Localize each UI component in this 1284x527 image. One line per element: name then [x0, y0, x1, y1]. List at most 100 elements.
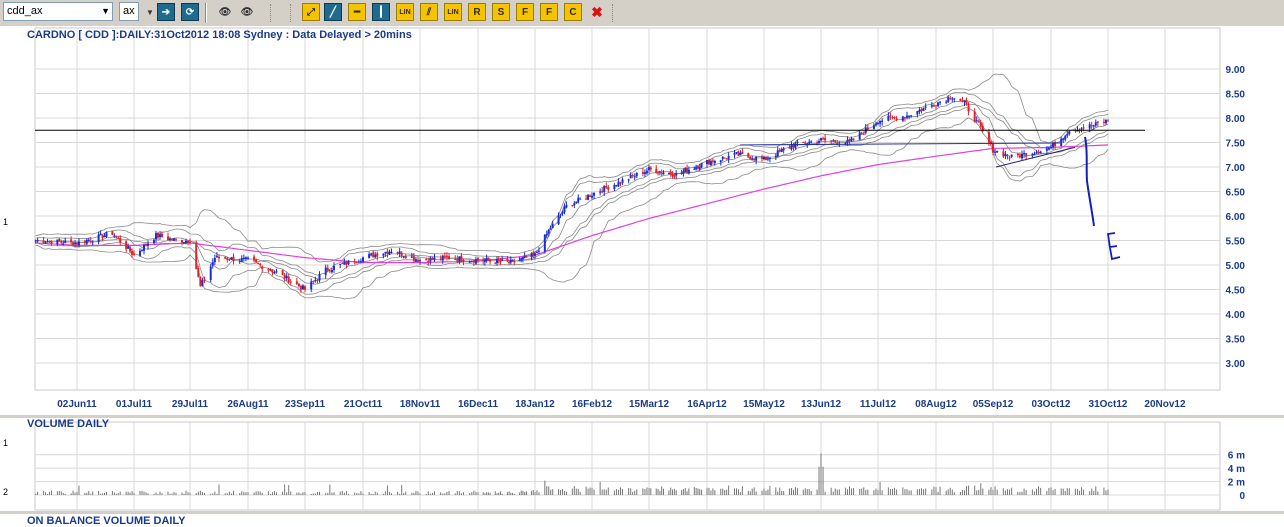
support-button[interactable]: S: [492, 3, 510, 21]
candle-body: [633, 176, 636, 178]
vertical-line-button[interactable]: ┃: [372, 3, 390, 21]
candle-body: [509, 259, 512, 263]
candle-body: [571, 204, 574, 207]
candle-body: [326, 267, 329, 271]
date-tick-label: 03Oct12: [1032, 399, 1071, 410]
candle-body: [547, 229, 550, 234]
candle-body: [226, 258, 229, 260]
fib-retracement-button[interactable]: F: [516, 3, 534, 21]
candle-body: [477, 258, 479, 261]
candle-body: [244, 257, 247, 259]
chevron-down-icon[interactable]: ▼: [101, 3, 110, 20]
candle-body: [314, 279, 317, 282]
candle-body: [860, 132, 863, 134]
candle-body: [511, 259, 514, 261]
price-tick-label: 3.00: [1226, 359, 1246, 370]
draw-line-button[interactable]: ╱: [324, 3, 342, 21]
candle-body: [456, 259, 459, 261]
candle-body: [1035, 152, 1038, 154]
candle-body: [973, 111, 976, 122]
candle-body: [862, 133, 865, 135]
candle-body: [1080, 128, 1083, 130]
candle-body: [559, 214, 562, 216]
candle-body: [127, 246, 130, 249]
candle-body: [1104, 119, 1107, 124]
candle-body: [721, 156, 724, 160]
candle-body: [824, 138, 827, 141]
candle-body: [816, 142, 819, 144]
symbol-combobox[interactable]: cdd_ax ▼: [3, 2, 113, 21]
candle-body: [181, 239, 183, 243]
candle-body: [255, 259, 258, 263]
toolbar-grip[interactable]: [270, 4, 275, 22]
candle-body: [259, 263, 262, 266]
candle-body: [240, 258, 243, 262]
refresh-button[interactable]: ⟳: [181, 3, 199, 21]
candle-body: [848, 139, 851, 142]
candle-body: [189, 242, 191, 244]
candle-body: [1088, 124, 1091, 129]
date-tick-label: 31Oct12: [1089, 399, 1128, 410]
candle-body: [963, 100, 966, 103]
candle-body: [545, 233, 548, 236]
exchange-combobox[interactable]: ax: [119, 2, 139, 21]
candle-body: [261, 266, 264, 270]
cycle-button[interactable]: C: [564, 3, 582, 21]
candle-body: [318, 274, 321, 281]
candle-body: [874, 123, 877, 126]
candle-body: [439, 258, 442, 260]
draw-trend-button[interactable]: ⤢: [302, 3, 320, 21]
panel-separator-2[interactable]: [0, 511, 1284, 514]
candle-body: [537, 250, 540, 252]
candle-body: [979, 121, 982, 127]
candle-body: [147, 243, 149, 246]
candle-body: [1039, 151, 1042, 154]
candle-body: [662, 172, 665, 175]
candle-body: [83, 241, 86, 243]
fib-extension-button[interactable]: F: [540, 3, 558, 21]
candle-body: [343, 261, 346, 265]
candle-body: [353, 260, 356, 263]
candle-body: [267, 269, 270, 271]
binoculars-icon[interactable]: 👁: [216, 3, 234, 21]
candle-body: [693, 168, 696, 170]
candle-body: [782, 148, 785, 151]
candle-body: [494, 262, 497, 264]
candle-body: [939, 101, 942, 103]
panel-separator-1[interactable]: [0, 415, 1284, 418]
candle-body: [283, 274, 286, 279]
binoculars-grey-icon[interactable]: 👁: [238, 3, 256, 21]
candle-body: [949, 98, 952, 100]
go-forward-button[interactable]: ➔: [157, 3, 175, 21]
candle-body: [36, 240, 39, 242]
lin-channel-button[interactable]: LIN: [444, 3, 462, 21]
candle-body: [362, 257, 364, 262]
candle-body: [910, 115, 913, 117]
candle-body: [774, 155, 777, 158]
candle-body: [390, 251, 393, 253]
candle-body: [175, 239, 177, 241]
parallel-lines-button[interactable]: ⫽: [420, 3, 438, 21]
candle-body: [585, 198, 588, 200]
toolbar-grip[interactable]: [290, 4, 295, 22]
horizontal-line-button[interactable]: ━: [348, 3, 366, 21]
candle-body: [1102, 121, 1105, 123]
candle-body: [1090, 125, 1093, 127]
candle-body: [836, 142, 839, 144]
candle-body: [1025, 153, 1028, 157]
candle-body: [139, 250, 141, 256]
lin-regression-button[interactable]: LIN: [396, 3, 414, 21]
candle-body: [755, 156, 758, 161]
delete-drawing-button[interactable]: ✖: [588, 3, 606, 21]
candle-body: [155, 233, 157, 240]
toolbar-grip[interactable]: [612, 4, 617, 22]
candle-body: [64, 240, 67, 243]
candle-body: [253, 256, 256, 261]
candle-body: [448, 256, 450, 260]
volume-tick-label: 6 m: [1228, 451, 1245, 462]
resistance-button[interactable]: R: [468, 3, 486, 21]
candle-body: [312, 280, 315, 282]
candle-body: [711, 160, 714, 162]
candle-body: [460, 255, 463, 262]
candle-body: [695, 167, 698, 170]
